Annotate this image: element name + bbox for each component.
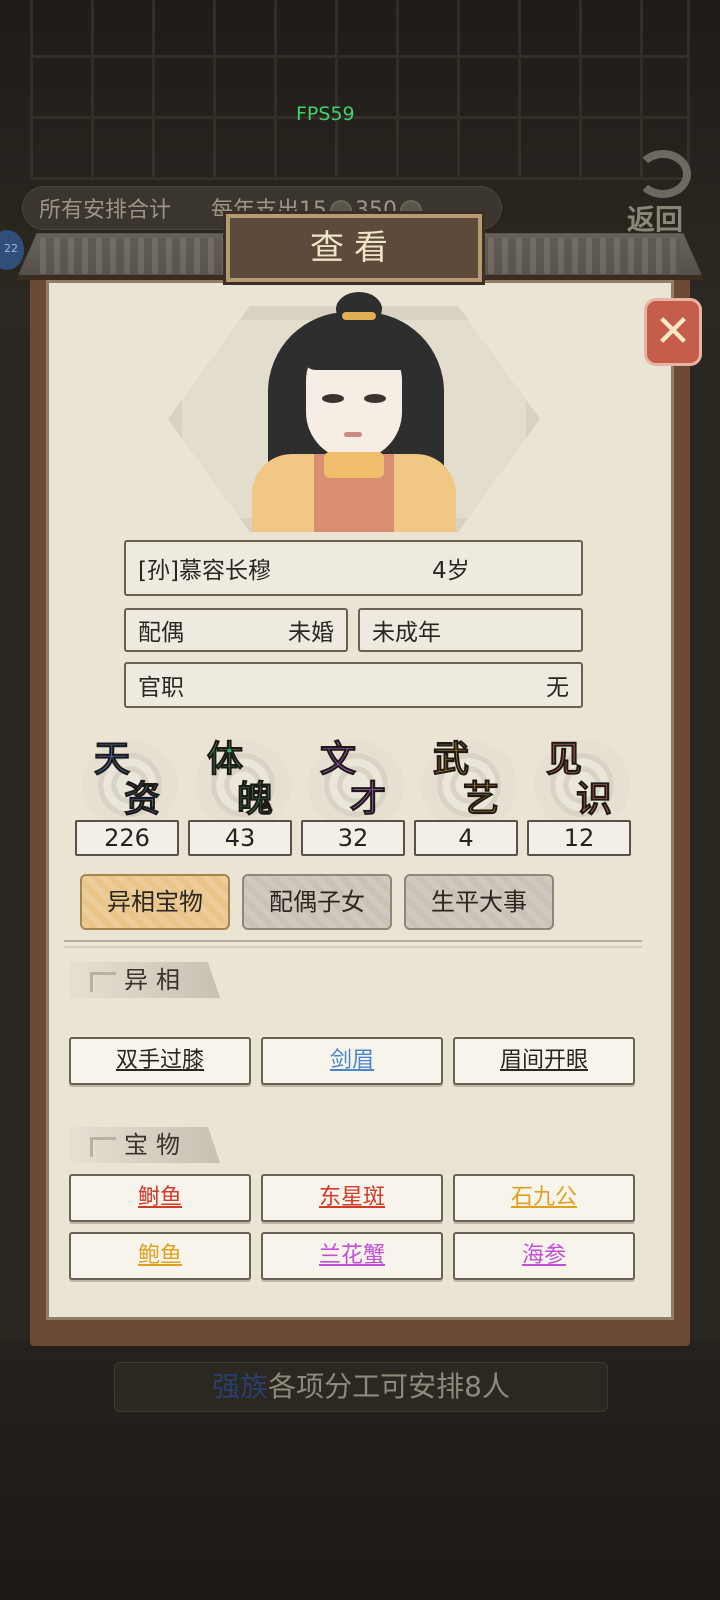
footer-text: 各项分工可安排8人 bbox=[268, 1370, 510, 1403]
tab-spouse-children[interactable]: 配偶子女 bbox=[242, 874, 392, 930]
trait-chip[interactable]: 剑眉 bbox=[261, 1037, 443, 1085]
person-age: 4岁 bbox=[432, 558, 470, 584]
stat-value-literacy: 32 bbox=[301, 820, 405, 856]
back-button[interactable]: 返回 bbox=[605, 150, 705, 240]
right-eye bbox=[364, 394, 386, 403]
mouth bbox=[344, 432, 362, 437]
stat-value-talent: 226 bbox=[75, 820, 179, 856]
adult-status: 未成年 bbox=[372, 620, 441, 646]
bangs bbox=[300, 326, 408, 370]
back-label: 返回 bbox=[626, 203, 683, 236]
treasure-chip[interactable]: 鲍鱼 bbox=[69, 1232, 251, 1280]
hair-tie bbox=[342, 312, 376, 320]
treasure-chip[interactable]: 石九公 bbox=[453, 1174, 635, 1222]
office-value: 无 bbox=[546, 675, 569, 701]
stat-char-2: 魄 bbox=[236, 778, 274, 821]
collar bbox=[324, 452, 384, 478]
tab-traits-treasures[interactable]: 异相宝物 bbox=[80, 874, 230, 930]
summary-label: 所有安排合计 bbox=[39, 198, 172, 223]
name-field: [孙]慕容长穆 4岁 bbox=[124, 540, 583, 596]
treasure-chip[interactable]: 东星斑 bbox=[261, 1174, 443, 1222]
stat-char-2: 艺 bbox=[462, 778, 500, 821]
person-name: [孙]慕容长穆 bbox=[138, 558, 271, 584]
spouse-field: 配偶 未婚 bbox=[124, 608, 348, 652]
fps-counter: FPS59 bbox=[296, 103, 355, 125]
adult-status-field: 未成年 bbox=[358, 608, 583, 652]
footer-highlight: 强族 bbox=[212, 1370, 269, 1403]
back-arrow-icon bbox=[635, 150, 691, 198]
stat-char-2: 资 bbox=[123, 778, 161, 821]
section-divider bbox=[64, 940, 642, 948]
pattern-icon bbox=[90, 972, 116, 992]
spouse-label: 配偶 bbox=[138, 620, 184, 646]
close-button[interactable]: ✕ bbox=[644, 298, 702, 366]
character-portrait bbox=[244, 292, 464, 532]
treasure-chip[interactable]: 海参 bbox=[453, 1232, 635, 1280]
left-eye bbox=[322, 394, 344, 403]
trait-chip[interactable]: 眉间开眼 bbox=[453, 1037, 635, 1085]
close-x-icon: ✕ bbox=[654, 306, 692, 357]
stat-char-2: 才 bbox=[349, 778, 387, 821]
stat-value-physique: 43 bbox=[188, 820, 292, 856]
office-label: 官职 bbox=[138, 675, 184, 701]
stat-value-knowledge: 12 bbox=[527, 820, 631, 856]
tab-life-events[interactable]: 生平大事 bbox=[404, 874, 554, 930]
trait-chip[interactable]: 双手过膝 bbox=[69, 1037, 251, 1085]
pattern-icon bbox=[90, 1137, 116, 1157]
hair-bun bbox=[336, 292, 382, 326]
footer-tip: 强族各项分工可安排8人 bbox=[114, 1362, 608, 1412]
stat-char-2: 识 bbox=[575, 778, 613, 821]
dialog-title: 查看 bbox=[226, 214, 482, 282]
spouse-value: 未婚 bbox=[288, 620, 334, 646]
background-lattice bbox=[30, 0, 690, 180]
treasure-chip[interactable]: 鲥鱼 bbox=[69, 1174, 251, 1222]
stat-value-martial: 4 bbox=[414, 820, 518, 856]
treasure-chip[interactable]: 兰花蟹 bbox=[261, 1232, 443, 1280]
office-field: 官职 无 bbox=[124, 662, 583, 708]
